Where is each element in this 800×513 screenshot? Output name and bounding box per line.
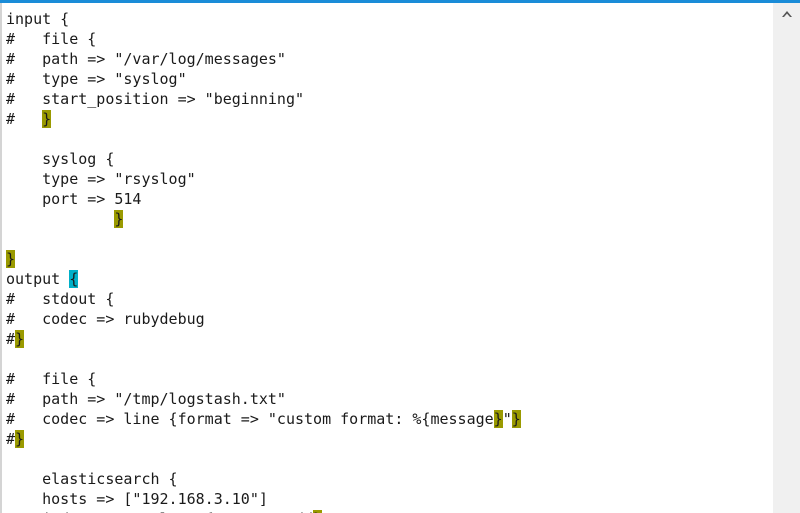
code-text: # — [6, 430, 16, 448]
code-text: input { — [6, 10, 70, 28]
code-text: " — [502, 410, 512, 428]
code-text: # — [6, 330, 16, 348]
editor-line[interactable]: input { — [6, 9, 772, 29]
editor-line[interactable]: # stdout { — [6, 289, 772, 309]
code-text: # file { — [6, 370, 97, 388]
matched-brace-highlight: } — [42, 110, 52, 128]
editor-line[interactable]: # file { — [6, 29, 772, 49]
editor-line[interactable]: type => "rsyslog" — [6, 169, 772, 189]
editor-line[interactable]: hosts => ["192.168.3.10"] — [6, 489, 772, 509]
code-text: type => "rsyslog" — [6, 170, 196, 188]
editor-line[interactable]: # file { — [6, 369, 772, 389]
code-text: # type => "syslog" — [6, 70, 187, 88]
matched-brace-highlight: } — [6, 250, 16, 268]
matched-brace-highlight: } — [15, 330, 25, 348]
code-text: syslog { — [6, 150, 115, 168]
matched-brace-highlight: } — [15, 430, 25, 448]
code-text: # start_position => "beginning" — [6, 90, 305, 108]
editor-line[interactable] — [6, 229, 772, 249]
matched-brace-highlight: } — [114, 210, 124, 228]
editor-line[interactable]: # } — [6, 109, 772, 129]
code-text: # — [6, 110, 43, 128]
vertical-scrollbar[interactable] — [772, 3, 800, 513]
cursor-brace-highlight: { — [69, 270, 79, 288]
editor-line[interactable]: # start_position => "beginning" — [6, 89, 772, 109]
editor-line[interactable] — [6, 129, 772, 149]
editor-line[interactable]: index => "syslog-%{+YYYY.MM.dd}" — [6, 509, 772, 513]
code-text: # stdout { — [6, 290, 115, 308]
editor-line[interactable]: #} — [6, 329, 772, 349]
code-text: hosts => ["192.168.3.10"] — [6, 490, 268, 508]
editor-line[interactable]: # codec => line {format => "custom forma… — [6, 409, 772, 429]
text-editor-pane[interactable]: input { # file { # path => "/var/log/messa… — [2, 3, 772, 513]
code-text: # file { — [6, 30, 97, 48]
editor-line[interactable]: } — [6, 249, 772, 269]
editor-line[interactable]: # path => "/tmp/logstash.txt" — [6, 389, 772, 409]
editor-line[interactable]: elasticsearch { — [6, 469, 772, 489]
editor-line[interactable]: output { — [6, 269, 772, 289]
code-text: elasticsearch { — [6, 470, 178, 488]
editor-line[interactable]: port => 514 — [6, 189, 772, 209]
editor-window: input { # file { # path => "/var/log/messa… — [0, 0, 800, 513]
code-text: # codec => line {format => "custom forma… — [6, 410, 494, 428]
editor-line[interactable] — [6, 449, 772, 469]
matched-brace-highlight: } — [511, 410, 521, 428]
code-text: # codec => rubydebug — [6, 310, 205, 328]
scroll-up-arrow-icon[interactable] — [773, 3, 800, 25]
matched-brace-highlight: } — [493, 410, 503, 428]
editor-line[interactable]: syslog { — [6, 149, 772, 169]
editor-line[interactable]: #} — [6, 429, 772, 449]
code-text: # path => "/var/log/messages" — [6, 50, 286, 68]
editor-line[interactable]: # codec => rubydebug — [6, 309, 772, 329]
code-text: output — [6, 270, 70, 288]
editor-line[interactable] — [6, 349, 772, 369]
code-text: # path => "/tmp/logstash.txt" — [6, 390, 286, 408]
editor-line[interactable]: } — [6, 209, 772, 229]
editor-line[interactable]: # path => "/var/log/messages" — [6, 49, 772, 69]
editor-line[interactable]: # type => "syslog" — [6, 69, 772, 89]
code-text: port => 514 — [6, 190, 142, 208]
